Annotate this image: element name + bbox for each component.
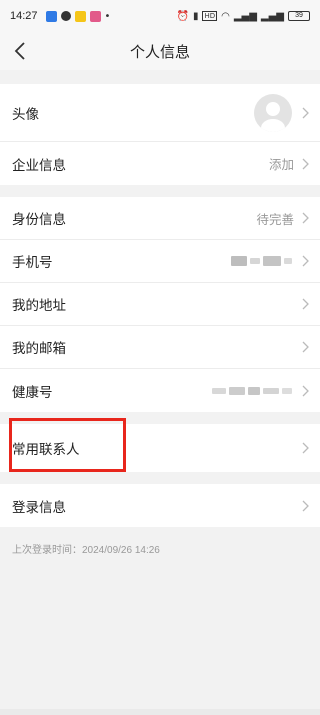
group-personal: 身份信息 待完善 手机号 我的地址 我的邮箱 健康号: [0, 197, 320, 412]
health-id-value-redacted: [212, 386, 292, 395]
back-button[interactable]: [8, 39, 32, 63]
app-notification-icon: [45, 10, 57, 22]
chevron-right-icon: [300, 297, 310, 311]
page-title: 个人信息: [129, 42, 190, 61]
login-info-row[interactable]: 登录信息: [0, 484, 320, 527]
identity-info-value: 待完善: [256, 211, 294, 227]
highlight-annotation: [9, 418, 126, 472]
dot-icon: •: [104, 10, 111, 22]
chevron-right-icon: [300, 441, 310, 455]
signal-icon: ▂▄▆: [233, 10, 257, 22]
app-notification-icon: [74, 10, 86, 22]
status-time: 14:27: [10, 10, 38, 22]
group-basic: 头像 企业信息 添加: [0, 84, 320, 185]
company-info-label: 企业信息: [12, 157, 66, 174]
status-bar: 14:27 • ⏰ ▮ HD ◠ ▂▄▆ ▂▄▆ 39: [0, 0, 320, 32]
company-info-value: 添加: [268, 157, 294, 172]
avatar: [254, 93, 292, 132]
address-row[interactable]: 我的地址: [0, 283, 320, 326]
alarm-icon: ⏰: [176, 10, 189, 22]
app-notification-icon: [89, 10, 101, 22]
address-label: 我的地址: [12, 298, 66, 314]
battery-icon: 39: [288, 11, 310, 21]
phone-label: 手机号: [12, 255, 53, 271]
company-info-row[interactable]: 企业信息 添加: [0, 142, 320, 185]
identity-info-label: 身份信息: [12, 212, 66, 228]
nav-bar: 个人信息: [0, 32, 320, 70]
health-id-label: 健康号: [12, 384, 53, 401]
chevron-right-icon: [300, 211, 310, 225]
wifi-icon: ◠: [221, 10, 230, 22]
chevron-right-icon: [300, 384, 310, 398]
last-login-time: 上次登录时间：2024/09/26 14:26: [12, 545, 160, 556]
weibo-icon: [60, 11, 71, 21]
bottom-strip: [0, 709, 320, 715]
avatar-label: 头像: [12, 106, 39, 123]
hd-icon: HD: [202, 11, 218, 21]
chevron-right-icon: [300, 499, 310, 513]
vibrate-icon: ▮: [192, 10, 199, 22]
chevron-right-icon: [300, 106, 310, 120]
email-row[interactable]: 我的邮箱: [0, 326, 320, 369]
chevron-right-icon: [300, 157, 310, 171]
phone-row[interactable]: 手机号: [0, 240, 320, 283]
chevron-left-icon: [14, 42, 25, 60]
phone-value-redacted: [231, 256, 292, 266]
chevron-right-icon: [300, 254, 310, 268]
chevron-right-icon: [300, 340, 310, 354]
avatar-row[interactable]: 头像: [0, 84, 320, 142]
user-placeholder-icon: [261, 101, 285, 132]
identity-info-row[interactable]: 身份信息 待完善: [0, 197, 320, 240]
signal-icon: ▂▄▆: [260, 10, 284, 22]
health-id-row[interactable]: 健康号: [0, 369, 320, 412]
email-label: 我的邮箱: [12, 341, 66, 357]
login-info-label: 登录信息: [12, 499, 66, 516]
group-login: 登录信息: [0, 484, 320, 527]
